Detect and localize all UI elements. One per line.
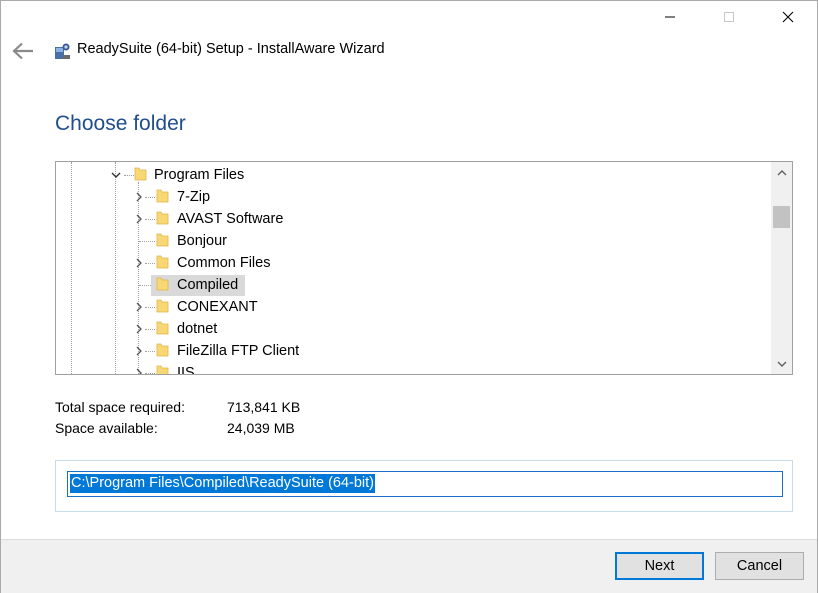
- expand-chevron-right-icon[interactable]: [133, 301, 145, 313]
- install-path-input[interactable]: C:\Program Files\Compiled\ReadySuite (64…: [67, 471, 783, 497]
- tree-item[interactable]: IIS: [175, 363, 197, 374]
- folder-tree[interactable]: Program Files 7-Zip AVAST Software Bonjo…: [55, 161, 793, 375]
- maximize-button[interactable]: [706, 1, 752, 33]
- folder-icon: [156, 189, 169, 203]
- back-arrow-icon: [12, 42, 33, 60]
- tree-item[interactable]: CONEXANT: [175, 297, 260, 317]
- cancel-button[interactable]: Cancel: [715, 552, 804, 580]
- expand-chevron-right-icon[interactable]: [133, 257, 145, 269]
- folder-icon: [156, 233, 169, 247]
- collapse-chevron-down-icon[interactable]: [110, 169, 122, 181]
- scroll-thumb[interactable]: [773, 206, 790, 228]
- minimize-button[interactable]: [647, 1, 693, 33]
- path-frame: C:\Program Files\Compiled\ReadySuite (64…: [55, 460, 793, 512]
- tree-item[interactable]: Bonjour: [175, 231, 229, 251]
- expand-chevron-right-icon[interactable]: [133, 213, 145, 225]
- space-available-value: 24,039 MB: [227, 420, 295, 436]
- space-available-label: Space available:: [55, 420, 158, 436]
- close-icon: [782, 11, 794, 23]
- expand-chevron-right-icon[interactable]: [133, 191, 145, 203]
- folder-icon: [156, 299, 169, 313]
- tree-item-selected[interactable]: Compiled: [175, 275, 240, 295]
- space-required-label: Total space required:: [55, 399, 185, 415]
- expand-chevron-right-icon[interactable]: [133, 323, 145, 335]
- tree-item[interactable]: dotnet: [175, 319, 219, 339]
- folder-icon: [156, 365, 169, 374]
- maximize-icon: [724, 12, 734, 22]
- folder-icon: [156, 211, 169, 225]
- folder-icon: [156, 277, 169, 291]
- installer-app-icon: [55, 43, 70, 59]
- next-button[interactable]: Next: [615, 552, 704, 580]
- folder-icon: [156, 321, 169, 335]
- tree-item[interactable]: Common Files: [175, 253, 272, 273]
- chevron-up-icon: [777, 169, 786, 175]
- chevron-down-icon: [777, 361, 786, 367]
- folder-tree-content: Program Files 7-Zip AVAST Software Bonjo…: [56, 162, 771, 374]
- install-path-text: C:\Program Files\Compiled\ReadySuite (64…: [70, 474, 375, 493]
- scroll-up-button[interactable]: [771, 164, 792, 181]
- tree-scrollbar[interactable]: [771, 162, 792, 374]
- tree-item[interactable]: 7-Zip: [175, 187, 212, 207]
- expand-chevron-right-icon[interactable]: [133, 367, 145, 374]
- page-title: Choose folder: [55, 112, 186, 135]
- tree-item[interactable]: AVAST Software: [175, 209, 285, 229]
- scroll-down-button[interactable]: [771, 355, 792, 372]
- back-button[interactable]: [9, 37, 37, 65]
- tree-item-program-files[interactable]: Program Files: [152, 165, 246, 185]
- expand-chevron-right-icon[interactable]: [133, 345, 145, 357]
- tree-item[interactable]: FileZilla FTP Client: [175, 341, 301, 361]
- space-required-value: 713,841 KB: [227, 399, 301, 415]
- window-title: ReadySuite (64-bit) Setup - InstallAware…: [77, 41, 385, 57]
- installer-window: ReadySuite (64-bit) Setup - InstallAware…: [0, 0, 818, 593]
- minimize-icon: [665, 16, 675, 18]
- close-button[interactable]: [765, 1, 811, 33]
- button-bar: Next Cancel: [1, 539, 817, 593]
- folder-icon: [156, 255, 169, 269]
- folder-icon: [134, 167, 147, 181]
- folder-icon: [156, 343, 169, 357]
